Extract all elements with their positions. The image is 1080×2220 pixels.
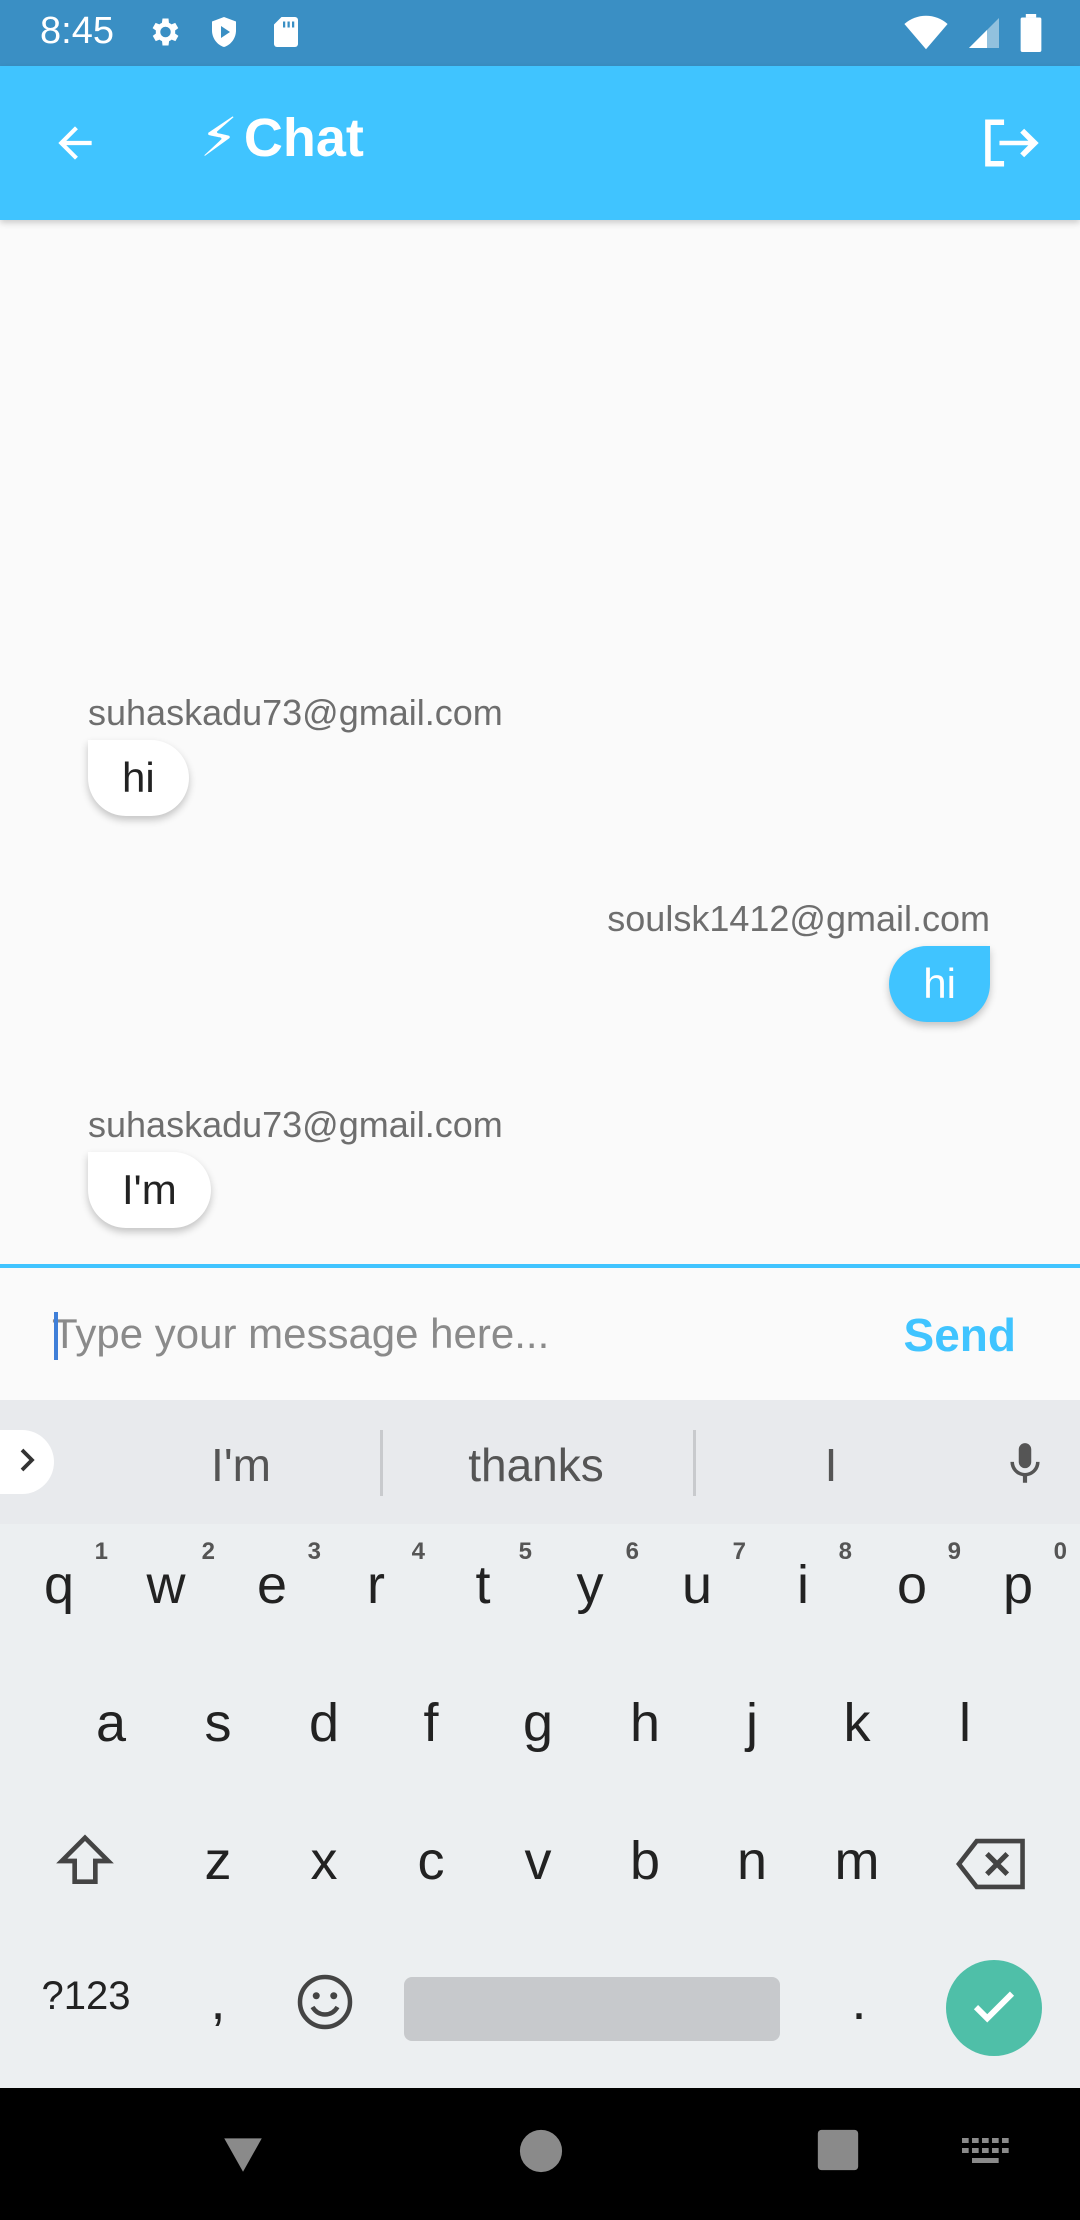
key-o[interactable]: o9 bbox=[867, 1538, 961, 1616]
signal-icon bbox=[966, 15, 1002, 56]
key-period[interactable]: . bbox=[814, 1970, 904, 2032]
chat-screen: 8:45 ⚡ Chat suhaskadu73@gmail.com hi sou… bbox=[0, 0, 1080, 2220]
emoji-icon bbox=[295, 1974, 355, 2044]
expand-suggestions-button[interactable] bbox=[0, 1430, 54, 1494]
key-d[interactable]: d bbox=[279, 1692, 369, 1754]
backspace-key[interactable] bbox=[947, 1836, 1037, 1905]
arrow-left-icon bbox=[50, 118, 100, 173]
key-comma[interactable]: , bbox=[173, 1970, 263, 2032]
message-bubble-outgoing: hi bbox=[889, 946, 990, 1022]
voice-input-button[interactable] bbox=[1000, 1436, 1050, 1497]
page-title: ⚡ Chat bbox=[200, 106, 364, 169]
message-bubble-incoming: I'm bbox=[88, 1152, 211, 1228]
keyboard-switch-button[interactable] bbox=[962, 2138, 1012, 2173]
message-item: soulsk1412@gmail.com hi bbox=[607, 898, 990, 1022]
message-sender: suhaskadu73@gmail.com bbox=[88, 692, 503, 733]
shield-play-icon bbox=[206, 14, 242, 55]
sd-card-icon bbox=[268, 14, 304, 55]
key-h[interactable]: h bbox=[600, 1692, 690, 1754]
triangle-down-icon bbox=[218, 2138, 268, 2182]
suggestion-strip: I'm thanks I bbox=[0, 1400, 1080, 1524]
compose-bar: Send bbox=[0, 1264, 1080, 1400]
key-g[interactable]: g bbox=[493, 1692, 583, 1754]
key-x[interactable]: x bbox=[279, 1830, 369, 1892]
status-bar: 8:45 bbox=[0, 0, 1080, 66]
space-key[interactable] bbox=[404, 1977, 780, 2041]
emoji-key[interactable] bbox=[280, 1972, 370, 2045]
key-l[interactable]: l bbox=[920, 1692, 1010, 1754]
page-title-text: Chat bbox=[243, 107, 364, 168]
key-b[interactable]: b bbox=[600, 1830, 690, 1892]
app-bar: ⚡ Chat bbox=[0, 66, 1080, 220]
shift-key[interactable] bbox=[40, 1830, 130, 1905]
key-k[interactable]: k bbox=[812, 1692, 902, 1754]
battery-icon bbox=[1020, 14, 1042, 57]
symbols-key[interactable]: ?123 bbox=[26, 1974, 146, 2019]
status-time: 8:45 bbox=[40, 10, 114, 52]
status-icons-right bbox=[904, 14, 1042, 57]
send-button[interactable]: Send bbox=[904, 1308, 1016, 1362]
message-list[interactable]: suhaskadu73@gmail.com hi soulsk1412@gmai… bbox=[0, 220, 1080, 1264]
wifi-icon bbox=[904, 15, 948, 56]
nav-recents-button[interactable] bbox=[816, 2128, 860, 2177]
key-p[interactable]: p0 bbox=[973, 1538, 1067, 1616]
key-z[interactable]: z bbox=[173, 1830, 263, 1892]
key-m[interactable]: m bbox=[812, 1830, 902, 1892]
enter-key[interactable] bbox=[946, 1960, 1042, 2056]
chevron-right-icon bbox=[12, 1445, 42, 1480]
message-item: suhaskadu73@gmail.com hi bbox=[88, 692, 503, 816]
key-e[interactable]: e3 bbox=[227, 1538, 321, 1616]
suggestion-item[interactable]: thanks bbox=[406, 1438, 666, 1492]
key-j[interactable]: j bbox=[707, 1692, 797, 1754]
message-sender: suhaskadu73@gmail.com bbox=[88, 1104, 503, 1145]
lightning-icon: ⚡ bbox=[200, 108, 238, 168]
key-y[interactable]: y6 bbox=[545, 1538, 640, 1616]
logout-button[interactable] bbox=[976, 110, 1046, 180]
key-n[interactable]: n bbox=[707, 1830, 797, 1892]
message-bubble-incoming: hi bbox=[88, 740, 189, 816]
key-t[interactable]: t5 bbox=[438, 1538, 532, 1616]
text-cursor bbox=[54, 1312, 58, 1360]
square-icon bbox=[816, 2129, 860, 2176]
suggestion-item[interactable]: I'm bbox=[111, 1438, 371, 1492]
logout-icon bbox=[981, 115, 1041, 176]
check-icon bbox=[967, 1979, 1021, 2038]
message-sender: soulsk1412@gmail.com bbox=[607, 898, 990, 939]
circle-icon bbox=[518, 2129, 564, 2178]
nav-home-button[interactable] bbox=[518, 2128, 564, 2179]
key-s[interactable]: s bbox=[173, 1692, 263, 1754]
key-q[interactable]: q1 bbox=[14, 1538, 108, 1616]
message-item: suhaskadu73@gmail.com I'm bbox=[88, 1104, 503, 1228]
key-w[interactable]: w2 bbox=[121, 1538, 216, 1616]
key-u[interactable]: u7 bbox=[652, 1538, 746, 1616]
suggestion-divider bbox=[693, 1430, 696, 1496]
key-r[interactable]: r4 bbox=[331, 1538, 425, 1616]
suggestion-item[interactable]: I bbox=[701, 1438, 961, 1492]
backspace-icon bbox=[956, 1838, 1028, 1904]
settings-icon bbox=[146, 14, 182, 55]
key-v[interactable]: v bbox=[493, 1830, 583, 1892]
key-a[interactable]: a bbox=[66, 1692, 156, 1754]
navigation-bar bbox=[0, 2088, 1080, 2220]
key-i[interactable]: i8 bbox=[758, 1538, 852, 1616]
message-input[interactable] bbox=[52, 1294, 832, 1374]
key-grid: q1 w2 e3 r4 t5 y6 u7 i8 o9 p0 a s d f g … bbox=[0, 1524, 1080, 2088]
soft-keyboard: I'm thanks I q1 w2 e3 r4 t5 y6 u7 i8 o9 … bbox=[0, 1400, 1080, 2088]
key-c[interactable]: c bbox=[386, 1830, 476, 1892]
microphone-icon bbox=[1000, 1443, 1050, 1496]
shift-icon bbox=[53, 1834, 117, 1904]
suggestion-divider bbox=[380, 1430, 383, 1496]
keyboard-icon bbox=[962, 2138, 1012, 2172]
key-f[interactable]: f bbox=[386, 1692, 476, 1754]
back-button[interactable] bbox=[40, 110, 110, 180]
nav-back-button[interactable] bbox=[218, 2128, 268, 2183]
